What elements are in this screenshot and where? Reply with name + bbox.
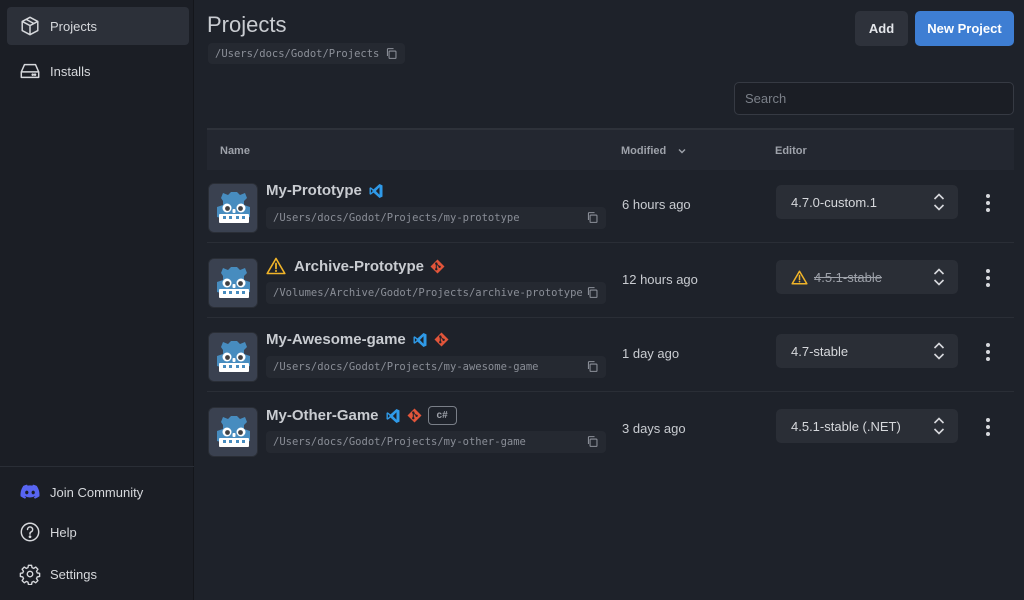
copy-icon[interactable] [586,435,600,449]
sidebar-item-label: Settings [50,566,97,582]
project-path: /Volumes/Archive/Godot/Projects/archive-… [266,282,606,304]
editor-version-label: 4.5.1-stable [814,269,882,285]
editor-version-select[interactable]: 4.7.0-custom.1 [776,185,958,219]
project-name: Archive-Prototype [266,257,445,275]
project-path-text: /Volumes/Archive/Godot/Projects/archive-… [273,287,583,299]
sidebar-item-join-community[interactable]: Join Community [7,473,189,511]
more-options-icon[interactable] [979,266,997,290]
copy-icon[interactable] [586,286,600,300]
modified-time: 1 day ago [622,346,680,361]
page-title: Projects [207,12,287,37]
editor-version-label: 4.7.0-custom.1 [791,194,877,210]
warning-icon [266,257,286,275]
project-name-text: Archive-Prototype [294,257,425,275]
modified-time: 3 days ago [622,421,686,436]
git-icon [407,408,422,423]
vscode-icon [385,408,401,424]
sidebar-item-label: Installs [50,63,91,79]
more-options-icon[interactable] [979,191,997,215]
editor-version-select[interactable]: 4.5.1-stable (.NET) [776,409,958,443]
up-down-chevron-icon [932,340,946,362]
table-header: Name Modified Editor [207,128,1014,170]
new-project-button[interactable]: New Project [915,11,1014,46]
vscode-icon [368,183,384,199]
godot-logo-icon [208,183,258,233]
project-path-text: /Users/docs/Godot/Projects/my-prototype [273,212,520,224]
modified-time: 6 hours ago [622,197,691,212]
godot-logo-icon [208,258,258,308]
table-row[interactable]: My-Prototype /Users/docs/Godot/Projects/… [207,169,1014,243]
column-name[interactable]: Name [220,145,250,157]
up-down-chevron-icon [932,415,946,437]
sidebar: Projects Installs Join Community Help Se… [0,0,194,600]
project-path: /Users/docs/Godot/Projects/my-prototype [266,207,606,229]
sidebar-item-label: Join Community [50,484,144,500]
godot-logo-icon [208,407,258,457]
copy-icon[interactable] [586,211,600,225]
copy-icon[interactable] [385,47,399,61]
sidebar-item-label: Help [50,524,77,540]
copy-icon[interactable] [586,360,600,374]
project-path-text: /Users/docs/Godot/Projects/my-awesome-ga… [273,361,539,373]
add-button[interactable]: Add [855,11,908,46]
gear-icon [18,562,42,586]
project-name: My-Awesome-game [266,331,449,348]
projects-path: /Users/docs/Godot/Projects [208,43,406,64]
warning-icon [791,270,808,285]
project-path-text: /Users/docs/Godot/Projects/my-other-game [273,436,526,448]
column-modified-label: Modified [621,145,667,157]
column-editor[interactable]: Editor [775,145,807,157]
modified-time: 12 hours ago [622,272,698,287]
up-down-chevron-icon [932,191,946,213]
more-options-icon[interactable] [979,340,997,364]
up-down-chevron-icon [932,266,946,288]
project-name: My-Other-Game c# [266,406,457,425]
sidebar-item-help[interactable]: Help [7,513,189,551]
editor-version-select[interactable]: 4.7-stable [776,334,958,368]
more-options-icon[interactable] [979,415,997,439]
drive-icon [18,59,42,83]
discord-icon [18,480,42,504]
project-name-text: My-Other-Game [266,407,379,424]
git-icon [434,332,449,347]
godot-logo-icon [208,332,258,382]
column-modified[interactable]: Modified [621,145,688,157]
search-input[interactable] [734,82,1014,115]
git-icon [430,259,445,274]
project-path: /Users/docs/Godot/Projects/my-awesome-ga… [266,356,606,378]
vscode-icon [412,332,428,348]
sidebar-item-settings[interactable]: Settings [7,555,189,593]
sidebar-item-projects[interactable]: Projects [7,7,189,45]
main-content: Projects /Users/docs/Godot/Projects Add … [207,0,1014,600]
project-name-text: My-Prototype [266,182,362,199]
help-icon [18,520,42,544]
editor-version-label: 4.5.1-stable (.NET) [791,418,901,434]
csharp-badge: c# [427,406,457,425]
table-row[interactable]: My-Other-Game c# /Users/docs/Godot/Proje… [207,393,1014,467]
sidebar-divider [0,466,194,467]
projects-path-text: /Users/docs/Godot/Projects [215,47,380,60]
project-path: /Users/docs/Godot/Projects/my-other-game [266,431,606,453]
editor-version-label: 4.7-stable [791,343,849,359]
editor-version-select[interactable]: 4.5.1-stable [776,260,958,294]
table-row[interactable]: Archive-Prototype /Volumes/Archive/Godot… [207,244,1014,318]
project-name-text: My-Awesome-game [266,331,406,348]
box-icon [18,14,42,38]
project-name: My-Prototype [266,182,384,199]
chevron-down-icon [676,145,688,157]
table-row[interactable]: My-Awesome-game /Users/docs/Godot/Projec… [207,318,1014,392]
sidebar-item-label: Projects [50,18,97,34]
sidebar-item-installs[interactable]: Installs [7,52,189,90]
